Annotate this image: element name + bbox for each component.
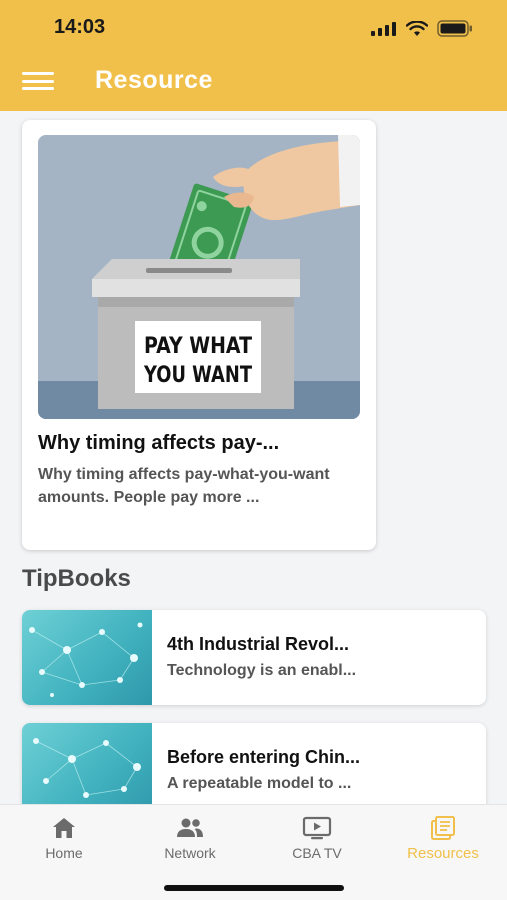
featured-resource-title: Why timing affects pay-...	[38, 432, 280, 454]
page-title: Resource	[95, 66, 213, 94]
status-time: 14:03	[54, 16, 106, 38]
hamburger-menu-icon[interactable]	[22, 70, 54, 92]
tv-play-icon	[302, 816, 332, 840]
tipbook-description: Technology is an enabl...	[167, 662, 357, 679]
nav-label: CBA TV	[292, 845, 342, 861]
nav-item-home[interactable]: Home	[9, 815, 119, 861]
featured-resource-card[interactable]: PAY WHAT YOU WANT Why timing affects pay…	[22, 120, 376, 550]
resources-icon	[431, 816, 455, 840]
app-header-bar: 14:03 Resource	[0, 0, 507, 111]
home-indicator	[164, 885, 344, 891]
tipbook-title: Before entering Chin...	[167, 747, 361, 767]
tipbook-thumbnail	[22, 610, 152, 705]
tipbook-description: A repeatable model to ...	[167, 775, 352, 792]
battery-icon	[437, 20, 472, 37]
featured-resource-image: PAY WHAT YOU WANT	[38, 135, 360, 419]
section-title-tipbooks: TipBooks	[22, 565, 131, 592]
tipbook-title: 4th Industrial Revol...	[167, 634, 350, 654]
status-icons	[371, 20, 473, 37]
nav-item-cba-tv[interactable]: CBA TV	[262, 815, 372, 861]
nav-label: Network	[164, 845, 216, 861]
sign-text-line2: YOU WANT	[143, 363, 252, 388]
nav-label: Resources	[407, 845, 479, 862]
sign-text-line1: PAY WHAT	[144, 334, 252, 359]
people-icon	[177, 818, 203, 837]
nav-item-resources[interactable]: Resources	[388, 815, 498, 862]
cellular-signal-icon	[371, 21, 396, 36]
nav-item-network[interactable]: Network	[135, 815, 245, 861]
header: Resource	[0, 58, 507, 111]
featured-resource-description: Why timing affects pay-what-you-want amo…	[38, 466, 330, 506]
home-icon	[53, 818, 75, 838]
nav-label: Home	[45, 845, 83, 861]
tipbook-card[interactable]: 4th Industrial Revol... Technology is an…	[22, 610, 486, 705]
wifi-icon	[406, 20, 428, 36]
